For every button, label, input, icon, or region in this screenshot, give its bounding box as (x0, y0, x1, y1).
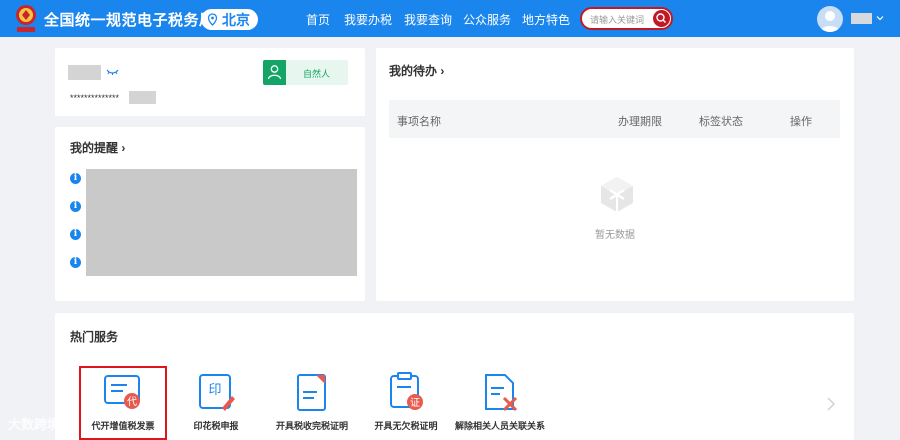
column-header-deadline: 办理期限 (618, 116, 662, 128)
masked-id-tail (129, 91, 156, 104)
info-icon: i (70, 229, 81, 240)
nav-public-service[interactable]: 公众服务 (463, 11, 511, 28)
column-header-tag-status: 标签状态 (699, 116, 743, 128)
region-selector[interactable]: 北京 (201, 9, 258, 30)
top-navigation-bar: 全国统一规范电子税务局 北京 首页 我要办税 我要查询 公众服务 地方特色 请输… (0, 0, 900, 37)
region-label: 北京 (222, 11, 250, 28)
service-label: 印花税申报 (193, 421, 239, 431)
location-pin-icon (207, 13, 218, 26)
info-icon: i (70, 201, 81, 212)
user-type-badge[interactable]: 自然人 (263, 60, 348, 85)
chevron-down-icon[interactable] (876, 14, 884, 22)
info-icon: i (70, 257, 81, 268)
redacted-reminders-block (86, 169, 357, 276)
user-avatar-icon (820, 11, 840, 32)
nav-query[interactable]: 我要查询 (404, 11, 452, 28)
user-type-label: 自然人 (303, 69, 331, 79)
user-avatar[interactable] (817, 6, 843, 32)
unlink-person-icon (485, 374, 518, 412)
service-label: 解除相关人员关联关系 (454, 421, 545, 431)
masked-user-name (68, 65, 101, 80)
empty-state-text: 暂无数据 (595, 230, 635, 241)
service-label: 开具无欠税证明 (374, 421, 438, 431)
highlight-box (79, 366, 167, 440)
reminders-title[interactable]: 我的提醒 › (70, 139, 125, 156)
nav-local-features[interactable]: 地方特色 (522, 11, 570, 28)
svg-text:印: 印 (208, 383, 221, 398)
todo-table-header: 事项名称 办理期限 标签状态 操作 (389, 100, 840, 138)
stamp-tax-icon: 印 (199, 374, 235, 411)
watermark-text: 大数跨境 (8, 417, 61, 432)
search-box[interactable]: 请输入关键词 (580, 7, 673, 30)
hot-services-title: 热门服务 (70, 330, 119, 344)
service-label: 开具税收完税证明 (275, 421, 348, 431)
search-input[interactable]: 请输入关键词 (590, 13, 644, 26)
search-button[interactable] (653, 10, 670, 27)
tax-bureau-emblem-icon (16, 5, 36, 32)
badge-icon-box (263, 60, 286, 85)
user-name-masked[interactable] (851, 13, 872, 24)
chevron-right-icon[interactable] (826, 397, 836, 411)
info-icon: i (70, 173, 81, 184)
site-title[interactable]: 全国统一规范电子税务局 (44, 9, 215, 30)
column-header-item-name: 事项名称 (397, 116, 441, 128)
svg-text:证: 证 (410, 397, 420, 409)
hidden-eye-icon[interactable] (106, 68, 119, 76)
tax-certificate-icon (297, 374, 326, 411)
nav-home[interactable]: 首页 (306, 11, 330, 28)
masked-id-number: ************** (70, 93, 120, 103)
empty-box-icon (601, 177, 633, 212)
nav-handle-tax[interactable]: 我要办税 (344, 11, 392, 28)
person-icon (267, 65, 282, 80)
search-icon (656, 13, 666, 23)
column-header-action: 操作 (790, 116, 812, 128)
no-arrears-certificate-icon: 证 (390, 372, 423, 410)
todo-title[interactable]: 我的待办 › (389, 62, 444, 79)
